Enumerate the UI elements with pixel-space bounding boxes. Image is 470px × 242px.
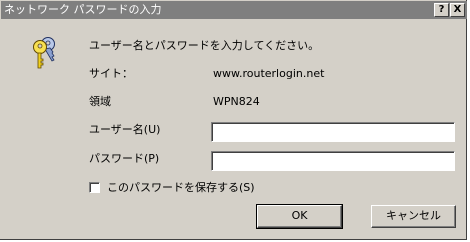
password-label: パスワード(P) <box>89 152 160 165</box>
site-value: www.routerlogin.net <box>213 67 325 80</box>
prompt-text: ユーザー名とパスワードを入力してください。 <box>89 39 320 52</box>
username-field[interactable] <box>211 122 455 142</box>
title-bar[interactable]: ネットワーク パスワードの入力 ? X <box>1 1 467 19</box>
ok-button[interactable]: OK <box>257 205 342 228</box>
close-button[interactable]: X <box>450 3 465 17</box>
realm-value: WPN824 <box>213 95 260 108</box>
site-label: サイト： <box>89 67 133 80</box>
save-password-checkbox[interactable] <box>89 182 100 193</box>
window-title: ネットワーク パスワードの入力 <box>4 3 162 16</box>
realm-label: 領域 <box>89 95 111 108</box>
username-label: ユーザー名(U) <box>89 123 161 136</box>
password-field[interactable] <box>211 151 455 171</box>
help-button[interactable]: ? <box>434 3 449 17</box>
keys-icon <box>33 37 55 69</box>
network-password-dialog: ネットワーク パスワードの入力 ? X ユーザー名とパスワードを入力してください… <box>0 0 467 240</box>
cancel-button[interactable]: キャンセル <box>371 205 456 228</box>
save-password-label[interactable]: このパスワードを保存する(S) <box>107 181 255 195</box>
